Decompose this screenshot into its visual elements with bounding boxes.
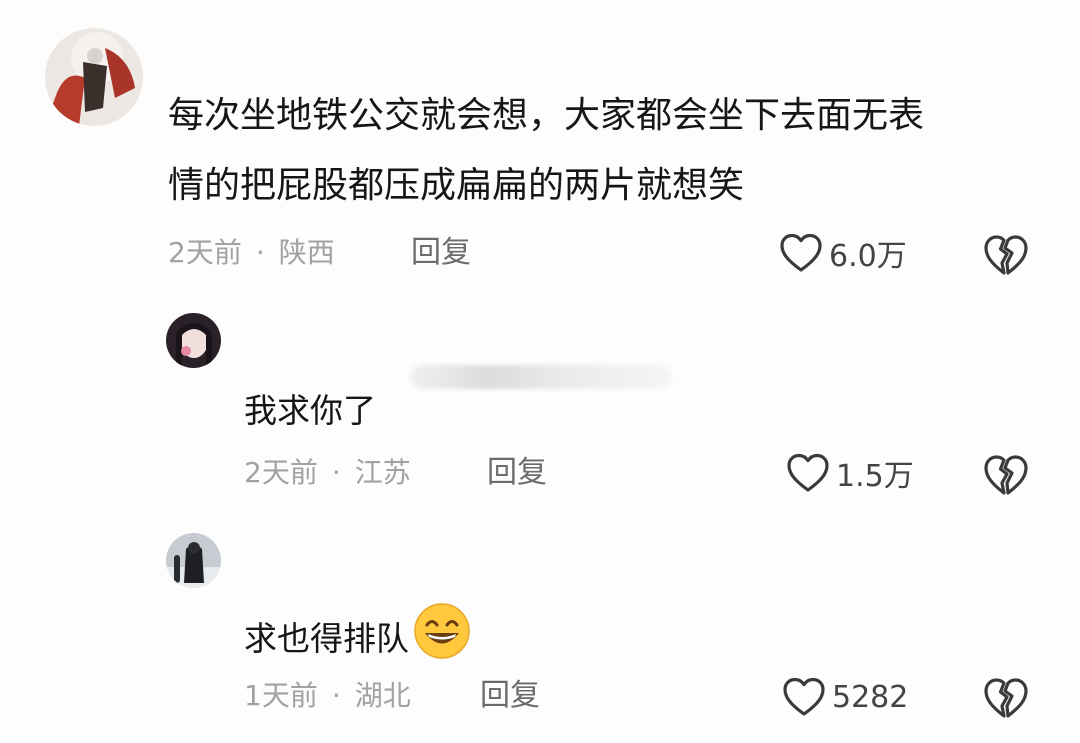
like-button[interactable]: 6.0万 [779,228,907,278]
comment-text: 情的把屁股都压成扁扁的两片就想笑 [168,165,745,206]
meta-separator: · [255,236,265,269]
dislike-button[interactable] [983,232,1029,278]
like-button[interactable]: 5282 [782,672,908,722]
comment-meta: 1天前 · 湖北 [244,676,411,716]
reply-button[interactable]: 回复 [480,676,540,716]
heart-outline-icon [787,453,829,492]
comment-meta: 2天前 · 陕西 [168,233,335,273]
dislike-button[interactable] [983,452,1029,498]
like-count: 1.5万 [836,459,914,494]
like-count: 5282 [832,679,909,715]
like-button[interactable]: 1.5万 [786,448,914,498]
meta-separator: · [331,456,341,489]
comment-location: 湖北 [354,679,411,712]
reply-button[interactable]: 回复 [487,453,547,493]
dislike-button[interactable] [983,675,1029,721]
comment-text: 每次坐地铁公交就会想，大家都会坐下去面无表 [168,95,925,136]
broken-heart-icon [984,235,1028,275]
heart-outline-icon [783,677,825,716]
reply-text: 求也得排队 [244,619,409,658]
reply-text-row: 求也得排队 [244,602,471,661]
avatar[interactable] [45,28,143,126]
broken-heart-icon [984,678,1028,718]
username-blurred [410,365,672,389]
broken-heart-icon [984,455,1028,495]
grinning-face-emoji [413,602,471,660]
comment-location: 江苏 [354,456,411,489]
heart-outline-icon [780,233,822,272]
comment-time: 2天前 [168,236,242,269]
reply-text: 我求你了 [244,391,376,430]
meta-separator: · [331,679,341,712]
avatar[interactable] [166,533,221,588]
comment-meta: 2天前 · 江苏 [244,453,411,493]
like-count: 6.0万 [829,239,907,274]
reply-button[interactable]: 回复 [411,233,471,273]
comment-time: 1天前 [244,679,318,712]
comment-time: 2天前 [244,456,318,489]
avatar[interactable] [166,313,221,368]
comment-location: 陕西 [278,236,335,269]
